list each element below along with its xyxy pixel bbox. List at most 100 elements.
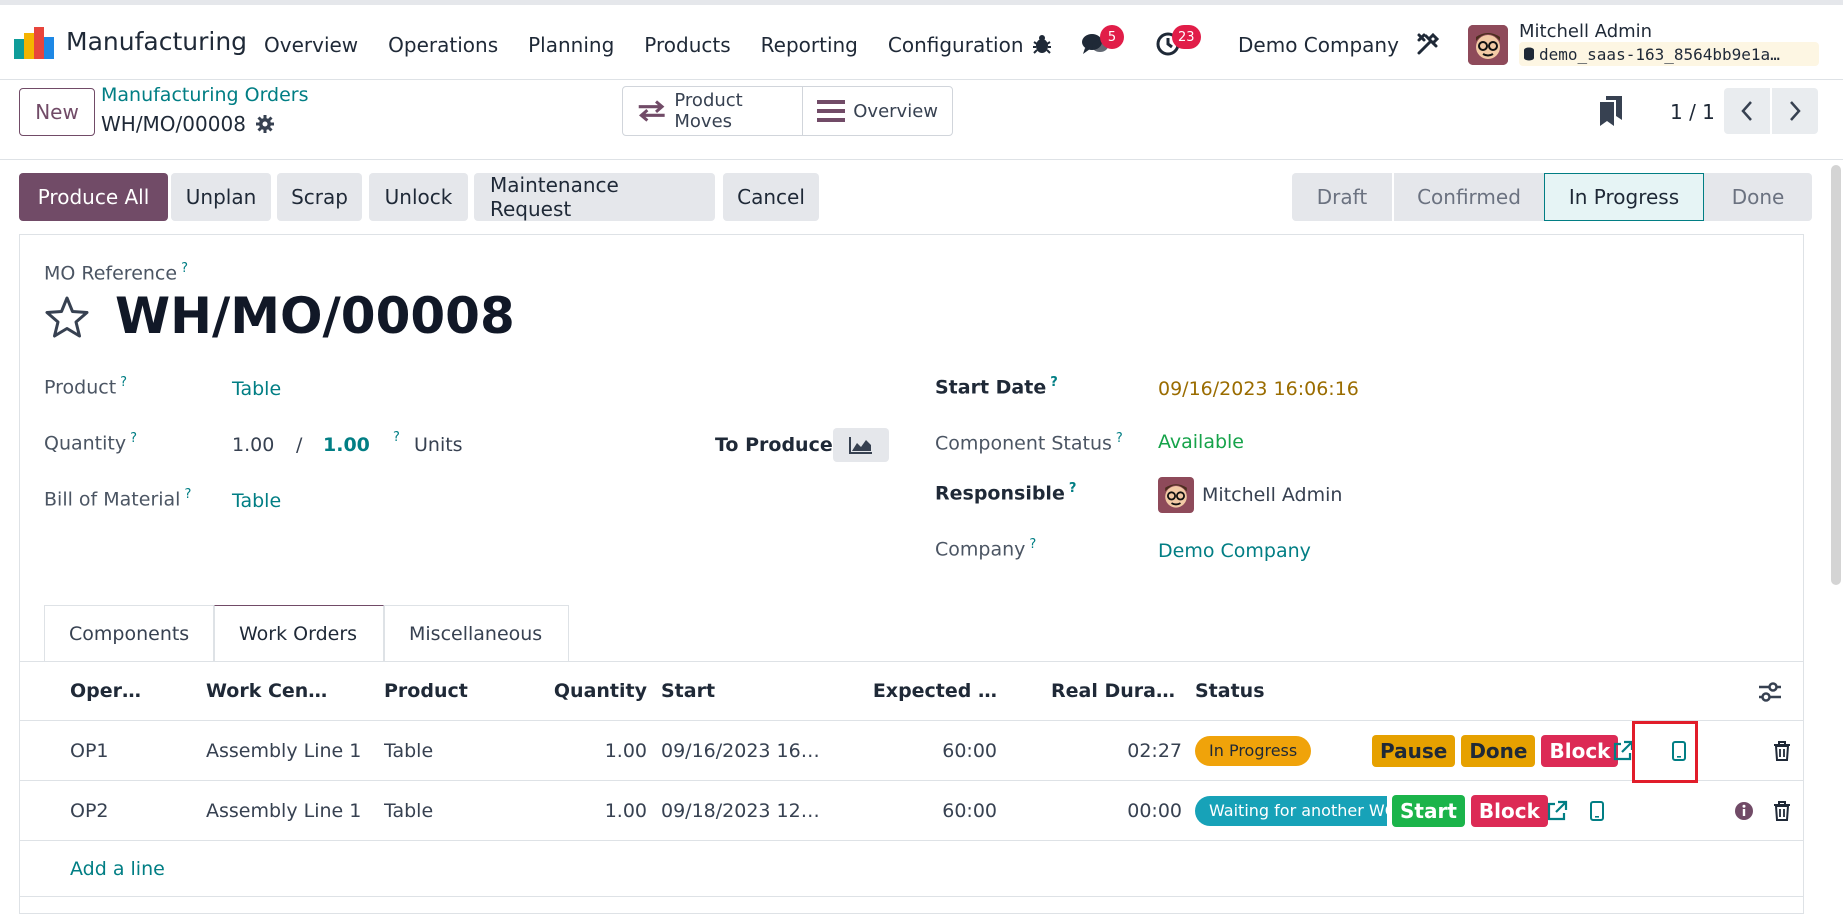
optional-columns-icon[interactable] xyxy=(1756,678,1784,706)
manufacturing-app-logo[interactable] xyxy=(14,27,54,59)
cell-work-center[interactable]: Assembly Line 1 xyxy=(206,721,366,780)
tab-miscellaneous[interactable]: Miscellaneous xyxy=(384,605,569,661)
add-line-row: Add a line xyxy=(20,841,1803,897)
cell-quantity[interactable]: 1.00 xyxy=(520,781,647,840)
cell-quantity[interactable]: 1.00 xyxy=(520,721,647,780)
maintenance-request-button[interactable]: Maintenance Request xyxy=(474,173,715,221)
user-avatar[interactable] xyxy=(1468,25,1508,65)
start-date-label: Start Date? xyxy=(935,375,1058,399)
trash-icon[interactable] xyxy=(1768,737,1796,765)
stage-draft[interactable]: Draft xyxy=(1292,173,1392,221)
product-field[interactable]: Table xyxy=(232,378,281,400)
cancel-button[interactable]: Cancel xyxy=(723,173,819,221)
info-icon[interactable] xyxy=(1730,797,1758,825)
smart-buttons: Product Moves Overview xyxy=(622,86,953,136)
bill-of-material-field[interactable]: Table xyxy=(232,490,281,512)
responsible-avatar[interactable] xyxy=(1158,477,1194,513)
cell-start[interactable]: 09/18/2023 12… xyxy=(661,781,826,840)
gear-icon[interactable] xyxy=(255,115,274,133)
chevron-left-icon xyxy=(1741,101,1752,121)
breadcrumb-current-label: WH/MO/00008 xyxy=(101,112,246,136)
bill-of-material-label: Bill of Material? xyxy=(44,487,192,511)
product-moves-button[interactable]: Product Moves xyxy=(623,87,802,135)
cell-start[interactable]: 09/16/2023 16… xyxy=(661,721,826,780)
menu-overview[interactable]: Overview xyxy=(264,33,358,57)
col-start[interactable]: Start xyxy=(661,662,821,720)
breadcrumb-manufacturing-orders[interactable]: Manufacturing Orders xyxy=(101,84,309,106)
status-bar: Draft Confirmed In Progress Done xyxy=(1292,173,1812,221)
cell-real-duration[interactable]: 00:00 xyxy=(1020,781,1182,840)
col-status[interactable]: Status xyxy=(1195,662,1345,720)
pause-button[interactable]: Pause xyxy=(1372,734,1456,767)
open-record-icon[interactable] xyxy=(1543,797,1571,825)
col-product[interactable]: Product xyxy=(384,662,524,720)
cell-product[interactable]: Table xyxy=(384,721,524,780)
cell-work-center[interactable]: Assembly Line 1 xyxy=(206,781,366,840)
bug-icon[interactable] xyxy=(1027,29,1057,59)
app-name[interactable]: Manufacturing xyxy=(66,27,247,56)
tablet-view-icon[interactable] xyxy=(1583,797,1611,825)
area-chart-icon xyxy=(849,437,872,454)
scrap-button[interactable]: Scrap xyxy=(277,173,362,221)
menu-configuration[interactable]: Configuration xyxy=(888,33,1024,57)
overview-button[interactable]: Overview xyxy=(802,87,952,135)
pager-next-button[interactable] xyxy=(1772,88,1818,134)
trash-icon[interactable] xyxy=(1768,797,1796,825)
bookmarks-icon[interactable] xyxy=(1600,96,1622,126)
col-operation[interactable]: Oper… xyxy=(70,662,190,720)
component-status-field: Available xyxy=(1158,431,1245,453)
stage-in-progress[interactable]: In Progress xyxy=(1544,173,1704,221)
product-moves-label: Product Moves xyxy=(674,90,743,132)
cell-real-duration[interactable]: 02:27 xyxy=(1020,721,1182,780)
tab-work-orders[interactable]: Work Orders xyxy=(214,605,384,661)
start-button[interactable]: Start xyxy=(1392,794,1465,827)
star-icon[interactable] xyxy=(44,295,90,339)
user-name[interactable]: Mitchell Admin xyxy=(1519,21,1652,42)
unplan-button[interactable]: Unplan xyxy=(171,173,271,221)
produce-all-button[interactable]: Produce All xyxy=(19,173,168,221)
quantity-total-field[interactable]: 1.00 xyxy=(323,434,370,456)
stage-done[interactable]: Done xyxy=(1704,173,1812,221)
col-quantity[interactable]: Quantity xyxy=(520,662,647,720)
quantity-produced-field[interactable]: 1.00 xyxy=(232,434,274,456)
unlock-button[interactable]: Unlock xyxy=(369,173,468,221)
stage-confirmed[interactable]: Confirmed xyxy=(1392,173,1544,221)
menu-operations[interactable]: Operations xyxy=(388,33,498,57)
to-produce-forecast-button[interactable] xyxy=(833,428,889,462)
company-field[interactable]: Demo Company xyxy=(1158,540,1311,562)
new-button[interactable]: New xyxy=(19,88,95,136)
work-orders-table: Oper… Work Cen… Product Quantity Start E… xyxy=(20,661,1803,897)
product-label: Product? xyxy=(44,375,128,399)
pager-previous-button[interactable] xyxy=(1724,88,1770,134)
cell-operation[interactable]: OP1 xyxy=(70,721,190,780)
col-real-duration[interactable]: Real Dura… xyxy=(1020,662,1175,720)
company-switcher[interactable]: Demo Company xyxy=(1238,33,1399,57)
quantity-label: Quantity? xyxy=(44,431,138,455)
table-row[interactable]: OP1 Assembly Line 1 Table 1.00 09/16/202… xyxy=(20,721,1803,783)
menu-planning[interactable]: Planning xyxy=(528,33,614,57)
page-scrollbar[interactable] xyxy=(1831,165,1841,585)
add-line-link[interactable]: Add a line xyxy=(70,841,165,896)
start-date-field[interactable]: 09/16/2023 16:06:16 xyxy=(1158,378,1359,400)
col-work-center[interactable]: Work Cen… xyxy=(206,662,366,720)
cell-operation[interactable]: OP2 xyxy=(70,781,190,840)
mo-reference-value[interactable]: WH/MO/00008 xyxy=(115,287,515,345)
table-row[interactable]: OP2 Assembly Line 1 Table 1.00 09/18/202… xyxy=(20,781,1803,841)
cell-expected-duration[interactable]: 60:00 xyxy=(850,781,997,840)
done-button[interactable]: Done xyxy=(1461,734,1536,767)
tab-components[interactable]: Components xyxy=(44,605,214,661)
pager-value[interactable]: 1 / 1 xyxy=(1670,100,1715,124)
responsible-field[interactable]: Mitchell Admin xyxy=(1202,484,1342,506)
debug-tools-icon[interactable] xyxy=(1413,29,1443,59)
block-button[interactable]: Block xyxy=(1541,734,1619,767)
menu-reporting[interactable]: Reporting xyxy=(761,33,858,57)
cell-product[interactable]: Table xyxy=(384,781,524,840)
menu-products[interactable]: Products xyxy=(644,33,730,57)
status-badge: In Progress xyxy=(1195,735,1312,766)
table-header: Oper… Work Cen… Product Quantity Start E… xyxy=(20,661,1803,721)
cell-expected-duration[interactable]: 60:00 xyxy=(850,721,997,780)
list-icon xyxy=(817,100,846,122)
quantity-help-icon[interactable]: ? xyxy=(393,430,400,445)
block-button[interactable]: Block xyxy=(1470,794,1548,827)
col-expected-duration[interactable]: Expected … xyxy=(850,662,997,720)
